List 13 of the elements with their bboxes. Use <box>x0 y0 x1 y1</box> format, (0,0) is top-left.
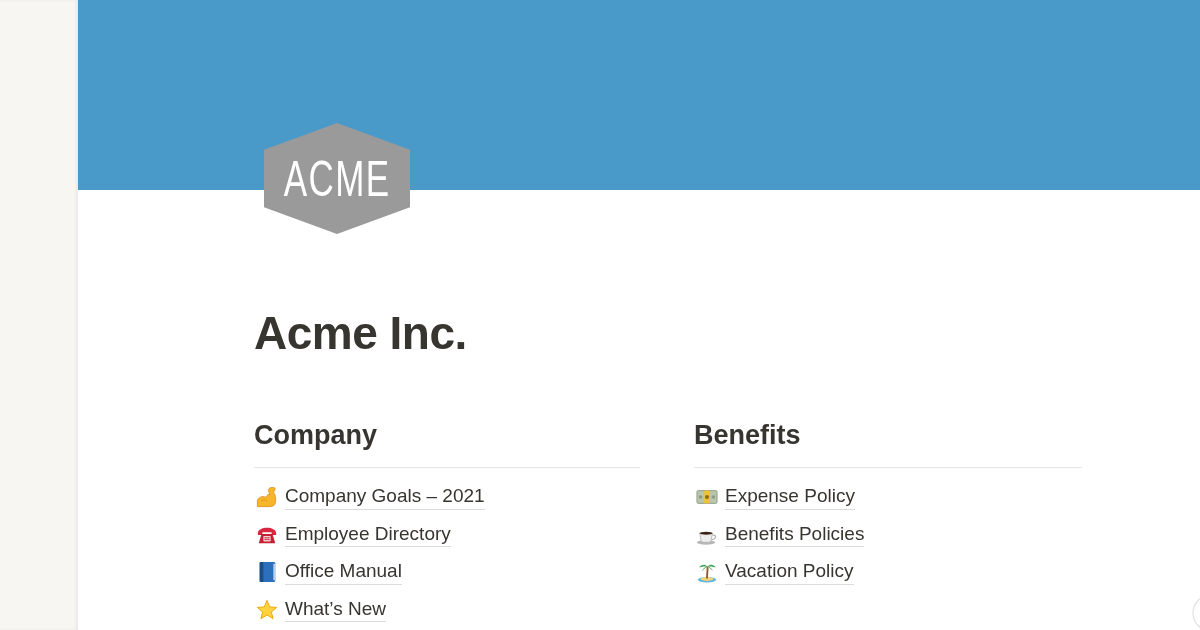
page-link[interactable]: Employee Directory <box>285 521 451 548</box>
page-link[interactable]: Company Goals – 2021 <box>285 484 485 510</box>
section-heading: Company <box>254 419 378 453</box>
page-link[interactable]: Expense Policy <box>725 484 855 510</box>
page-link[interactable]: Office Manual <box>285 559 402 585</box>
section-heading: Benefits <box>694 419 801 453</box>
page-title: Acme Inc. <box>254 306 468 361</box>
page-link[interactable]: Benefits Policies <box>725 521 865 548</box>
star-icon <box>256 598 278 621</box>
page-link[interactable]: Vacation Policy <box>725 559 854 585</box>
page-link[interactable]: What’s New <box>285 596 386 623</box>
round-button[interactable] <box>1192 595 1200 630</box>
flexed-biceps-icon <box>256 486 278 509</box>
